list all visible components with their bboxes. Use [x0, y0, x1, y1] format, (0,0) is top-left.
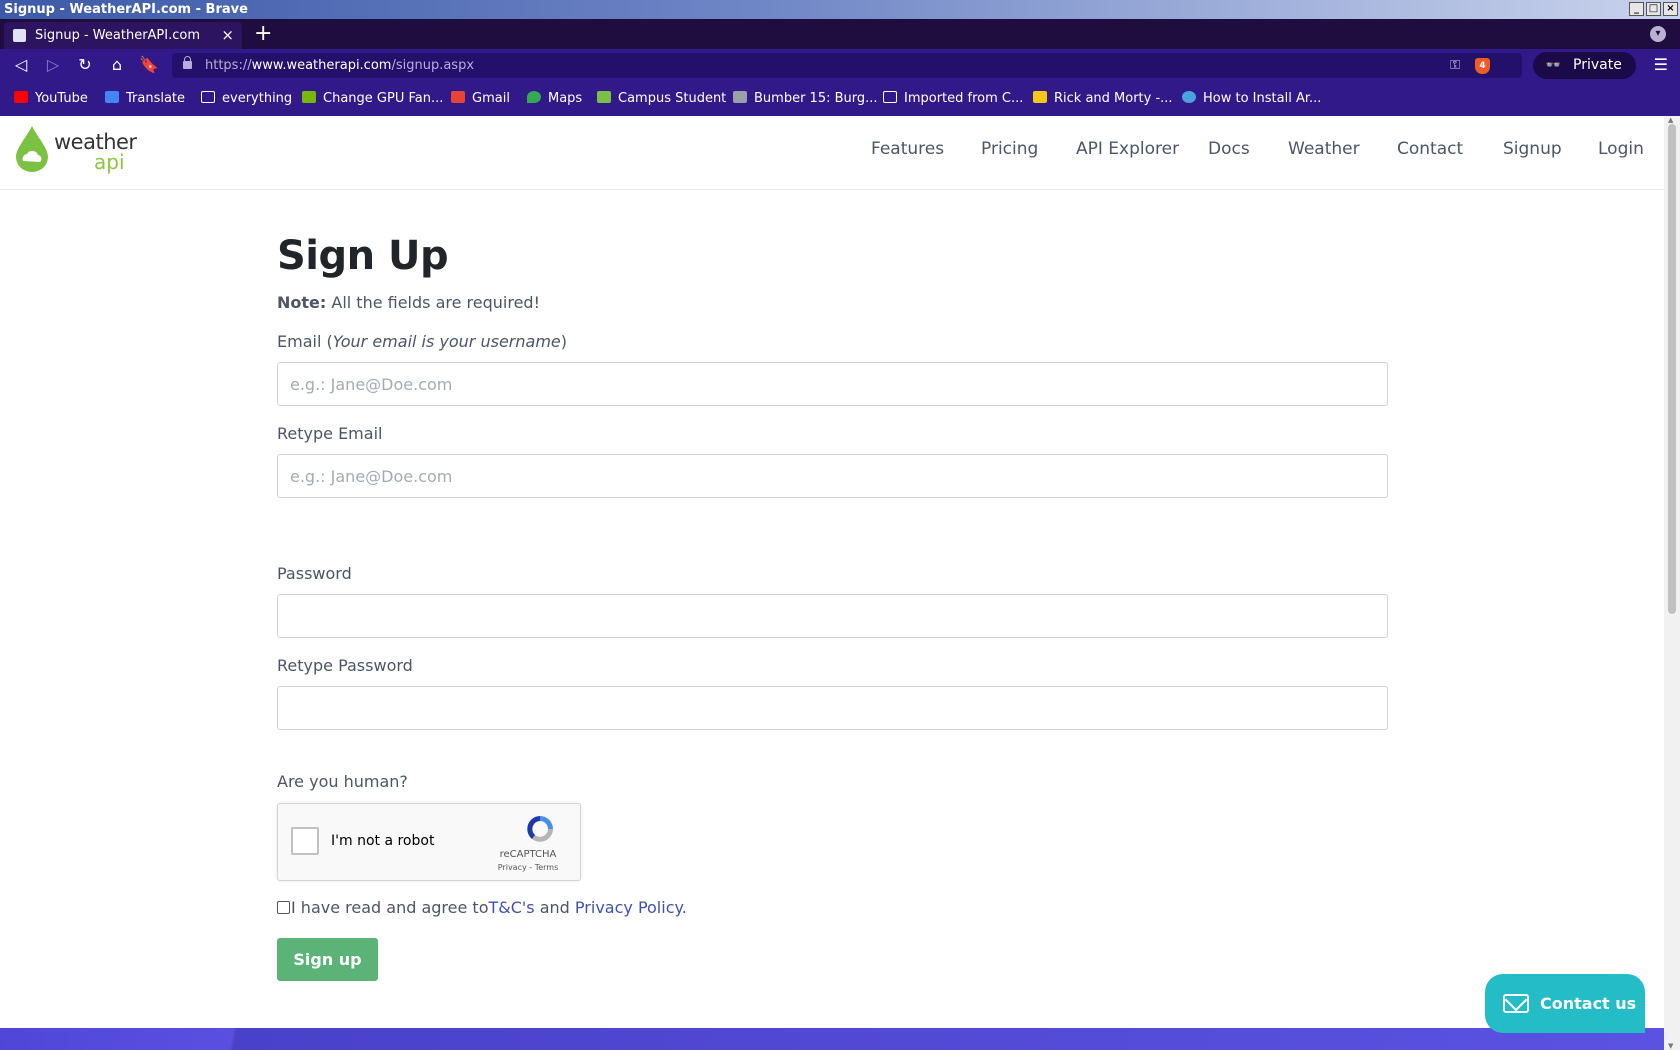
bookmark-rick-and-morty[interactable]: Rick and Morty -... — [1033, 82, 1173, 116]
nav-docs[interactable]: Docs — [1208, 139, 1250, 159]
folder-icon — [883, 91, 897, 103]
reload-icon[interactable]: ↻ — [75, 55, 95, 75]
tab-signup[interactable]: Signup - WeatherAPI.com × — [4, 22, 242, 49]
logo-sub[interactable]: api — [94, 152, 125, 172]
folder-icon — [201, 91, 215, 103]
password-field[interactable] — [277, 594, 1388, 638]
browser-toolbar: ◁ ▷ ↻ ⌂ 🔖 https://www.weatherapi.com/sig… — [0, 49, 1680, 82]
recaptcha-brand: reCAPTCHA — [499, 849, 557, 860]
nav-signup[interactable]: Signup — [1503, 139, 1562, 159]
private-window-button[interactable]: 👓 Private — [1533, 52, 1636, 79]
window-title: Signup - WeatherAPI.com - Brave — [4, 2, 248, 17]
recaptcha-label: I'm not a robot — [331, 833, 435, 849]
bookmark-gmail[interactable]: Gmail — [451, 82, 510, 116]
signup-button[interactable]: Sign up — [277, 938, 378, 981]
tc-link[interactable]: T&C's — [488, 898, 534, 917]
tab-strip: Signup - WeatherAPI.com × + ▾ — [0, 19, 1680, 49]
favicon-icon — [13, 29, 26, 42]
nav-contact[interactable]: Contact — [1397, 139, 1463, 159]
bookmark-icon[interactable]: 🔖 — [139, 55, 159, 75]
bookmark-campus-student[interactable]: Campus Student — [597, 82, 726, 116]
nvidia-icon — [302, 91, 316, 103]
page-content: weather api Features Pricing API Explore… — [0, 116, 1664, 1050]
human-label: Are you human? — [277, 772, 408, 791]
nav-pricing[interactable]: Pricing — [981, 139, 1038, 159]
bookmark-imported[interactable]: Imported from C... — [883, 82, 1023, 116]
page-title: Sign Up — [277, 233, 449, 279]
email-label: Email (Your email is your username) — [277, 332, 567, 351]
tab-menu-icon[interactable]: ▾ — [1650, 26, 1666, 42]
private-glasses-icon: 👓 — [1545, 58, 1562, 73]
bookmark-maps[interactable]: Maps — [527, 82, 582, 116]
scroll-thumb[interactable] — [1668, 124, 1676, 614]
bookmark-how-to-install[interactable]: How to Install Ar... — [1182, 82, 1321, 116]
key-icon[interactable]: ⚿ — [1450, 53, 1460, 78]
bookmark-change-gpu[interactable]: Change GPU Fan... — [302, 82, 443, 116]
terms-checkbox[interactable] — [277, 901, 290, 914]
bookmark-everything[interactable]: everything — [201, 82, 292, 116]
youtube-icon — [14, 91, 28, 103]
maps-icon — [527, 91, 541, 103]
os-title-bar: Signup - WeatherAPI.com - Brave _ □ × — [0, 0, 1680, 19]
nav-login[interactable]: Login — [1598, 139, 1644, 159]
address-bar[interactable]: https://www.weatherapi.com/signup.aspx ⚿… — [172, 53, 1522, 78]
required-note: Note: All the fields are required! — [277, 293, 540, 312]
recaptcha-widget: I'm not a robot reCAPTCHA Privacy - Term… — [277, 803, 581, 881]
nav-api-explorer[interactable]: API Explorer — [1076, 139, 1179, 159]
contact-us-button[interactable]: Contact us — [1485, 974, 1645, 1033]
tab-title: Signup - WeatherAPI.com — [35, 28, 201, 43]
tab-close-icon[interactable]: × — [221, 22, 234, 49]
recaptcha-checkbox[interactable] — [291, 827, 319, 855]
menu-icon[interactable]: ☰ — [1654, 55, 1668, 74]
password-label: Password — [277, 564, 352, 583]
scroll-up-icon[interactable]: ▲ — [1668, 116, 1673, 124]
translate-icon — [105, 91, 119, 103]
campus-icon — [597, 91, 611, 103]
forward-icon[interactable]: ▷ — [43, 55, 63, 75]
back-icon[interactable]: ◁ — [11, 55, 31, 75]
mf-icon — [1033, 91, 1047, 103]
site-header: weather api Features Pricing API Explore… — [0, 116, 1664, 190]
agree-prefix: I have read and agree to — [291, 898, 489, 917]
new-tab-icon[interactable]: + — [254, 21, 272, 47]
nav-features[interactable]: Features — [871, 139, 944, 159]
close-window-icon[interactable]: × — [1663, 2, 1678, 16]
scroll-down-icon[interactable]: ▼ — [1668, 1042, 1673, 1050]
logo-word[interactable]: weather — [54, 132, 137, 153]
email-field[interactable] — [277, 362, 1388, 406]
bookmark-bumber[interactable]: Bumber 15: Burg... — [733, 82, 878, 116]
retype-password-label: Retype Password — [277, 656, 413, 675]
retype-password-field[interactable] — [277, 686, 1388, 730]
privacy-policy-link[interactable]: Privacy Policy — [575, 898, 682, 917]
cube-icon — [733, 91, 747, 103]
brave-shield-icon[interactable]: 4 — [1475, 58, 1490, 74]
maximize-icon[interactable]: □ — [1646, 2, 1661, 16]
home-icon[interactable]: ⌂ — [107, 55, 127, 75]
logo-drop-icon[interactable] — [16, 126, 48, 172]
page-scrollbar[interactable]: ▲ ▼ — [1664, 116, 1680, 1050]
globe-icon — [1182, 91, 1196, 103]
bookmark-translate[interactable]: Translate — [105, 82, 185, 116]
minimize-icon[interactable]: _ — [1629, 2, 1644, 16]
retype-email-label: Retype Email — [277, 424, 383, 443]
recaptcha-logo-icon — [527, 816, 553, 842]
bookmarks-bar: YouTube Translate everything Change GPU … — [0, 82, 1680, 116]
gmail-icon — [451, 91, 465, 103]
window-controls: _ □ × — [1629, 2, 1678, 16]
bookmark-youtube[interactable]: YouTube — [14, 82, 88, 116]
mail-icon — [1503, 994, 1529, 1013]
footer-band — [0, 1028, 1664, 1050]
url-text: https://www.weatherapi.com/signup.aspx — [205, 58, 475, 73]
recaptcha-links[interactable]: Privacy - Terms — [483, 863, 573, 872]
private-label: Private — [1573, 57, 1622, 73]
lock-icon — [183, 56, 192, 69]
contact-us-label: Contact us — [1540, 994, 1637, 1013]
retype-email-field[interactable] — [277, 454, 1388, 498]
nav-weather[interactable]: Weather — [1288, 139, 1360, 159]
